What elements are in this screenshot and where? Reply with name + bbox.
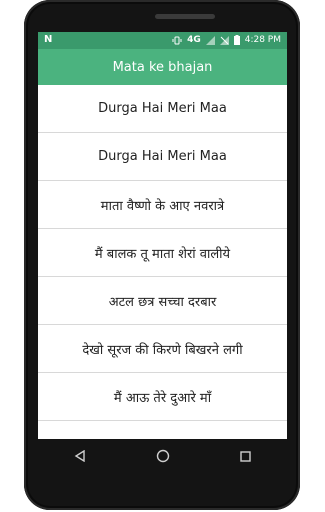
list-item[interactable]: मैं आऊ तेरे दुआरे माँ [38, 373, 287, 421]
list-item-label: मैं बालक तू माता शेरां वालीये [94, 246, 231, 262]
list-item[interactable]: Durga Hai Meri Maa [38, 133, 287, 181]
home-icon[interactable] [148, 441, 178, 471]
signal-icon [205, 35, 215, 45]
list-item[interactable]: मैं बालक तू माता शेरां वालीये [38, 229, 287, 277]
screen: N 4G 4:28 PM Mata ke bhajan Durga Hai Me… [38, 32, 287, 439]
list-item-label: Durga Hai Meri Maa [98, 149, 227, 164]
notification-icon: N [44, 34, 53, 45]
network-type: 4G [187, 35, 201, 45]
status-icons: 4G 4:28 PM [172, 35, 281, 45]
list-item[interactable]: देखो सूरज की किरणे बिखरने लगी [38, 325, 287, 373]
no-sim-icon [219, 35, 229, 45]
list-item[interactable]: माता वैष्णो के आए नवरात्रे [38, 181, 287, 229]
recents-icon[interactable] [231, 441, 261, 471]
list-item[interactable]: Durga Hai Meri Maa [38, 85, 287, 133]
list-item[interactable]: अटल छत्र सच्चा दरबार [38, 277, 287, 325]
speaker-grille [155, 14, 215, 19]
list-item-label: माता वैष्णो के आए नवरात्रे [100, 198, 225, 214]
app-bar: Mata ke bhajan [38, 49, 287, 85]
app-title: Mata ke bhajan [112, 59, 213, 75]
status-bar: N 4G 4:28 PM [38, 32, 287, 49]
list-item-label: देखो सूरज की किरणे बिखरने लगी [82, 342, 243, 358]
battery-icon [233, 35, 240, 45]
clock: 4:28 PM [244, 35, 281, 45]
list-item-label: Durga Hai Meri Maa [98, 101, 227, 116]
list-item-label: मैं आऊ तेरे दुआरे माँ [113, 390, 212, 406]
navigation-bar [38, 439, 287, 473]
vibrate-icon [172, 36, 182, 45]
bhajan-list: Durga Hai Meri Maa Durga Hai Meri Maa मा… [38, 85, 287, 421]
list-item-label: अटल छत्र सच्चा दरबार [108, 294, 217, 310]
back-icon[interactable] [65, 441, 95, 471]
